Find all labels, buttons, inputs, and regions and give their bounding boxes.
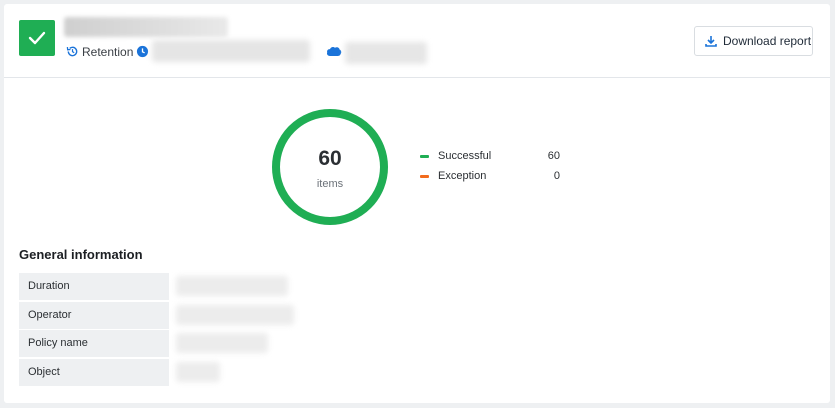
donut-unit-label: items (316, 178, 344, 190)
legend-item-exception: Exception 0 (420, 170, 565, 190)
legend-item-successful: Successful 60 (420, 150, 565, 170)
info-row-operator: Operator (19, 301, 319, 331)
info-key: Policy name (19, 330, 169, 357)
job-report-card: Retention Download report 60 items Succe… (4, 4, 830, 403)
download-report-button[interactable]: Download report (694, 26, 813, 56)
legend-swatch-exception (420, 175, 429, 178)
legend-label: Successful (438, 150, 492, 162)
general-information-title: General information (19, 247, 143, 262)
info-value-redacted (176, 304, 294, 325)
general-information-table: Duration Operator Policy name Object (19, 273, 319, 387)
info-key: Object (19, 358, 169, 386)
success-status-badge (19, 20, 55, 56)
info-value-redacted (176, 276, 288, 296)
download-report-label: Download report (723, 34, 812, 48)
job-meta-row: Retention (64, 40, 444, 64)
org-name-redacted (345, 42, 427, 64)
result-legend: Successful 60 Exception 0 (420, 150, 565, 190)
legend-swatch-successful (420, 155, 429, 158)
legend-value: 0 (553, 170, 560, 182)
checkmark-icon (28, 31, 46, 45)
history-icon (66, 46, 78, 57)
info-value-redacted (176, 361, 220, 382)
job-title-redacted (64, 17, 228, 37)
clock-icon (136, 45, 149, 58)
legend-value: 60 (547, 150, 560, 162)
info-row-duration: Duration (19, 273, 319, 302)
donut-total-value: 60 (318, 147, 342, 170)
legend-label: Exception (438, 170, 487, 182)
retention-label: Retention (82, 45, 134, 59)
info-value-redacted (176, 333, 268, 353)
info-key: Operator (19, 301, 169, 329)
download-icon (705, 36, 717, 47)
info-key: Duration (19, 273, 169, 300)
job-date-redacted (152, 40, 310, 62)
salesforce-cloud-icon (326, 46, 342, 56)
report-header: Retention Download report (4, 4, 830, 78)
info-row-object: Object (19, 358, 319, 388)
info-row-policy-name: Policy name (19, 330, 319, 359)
